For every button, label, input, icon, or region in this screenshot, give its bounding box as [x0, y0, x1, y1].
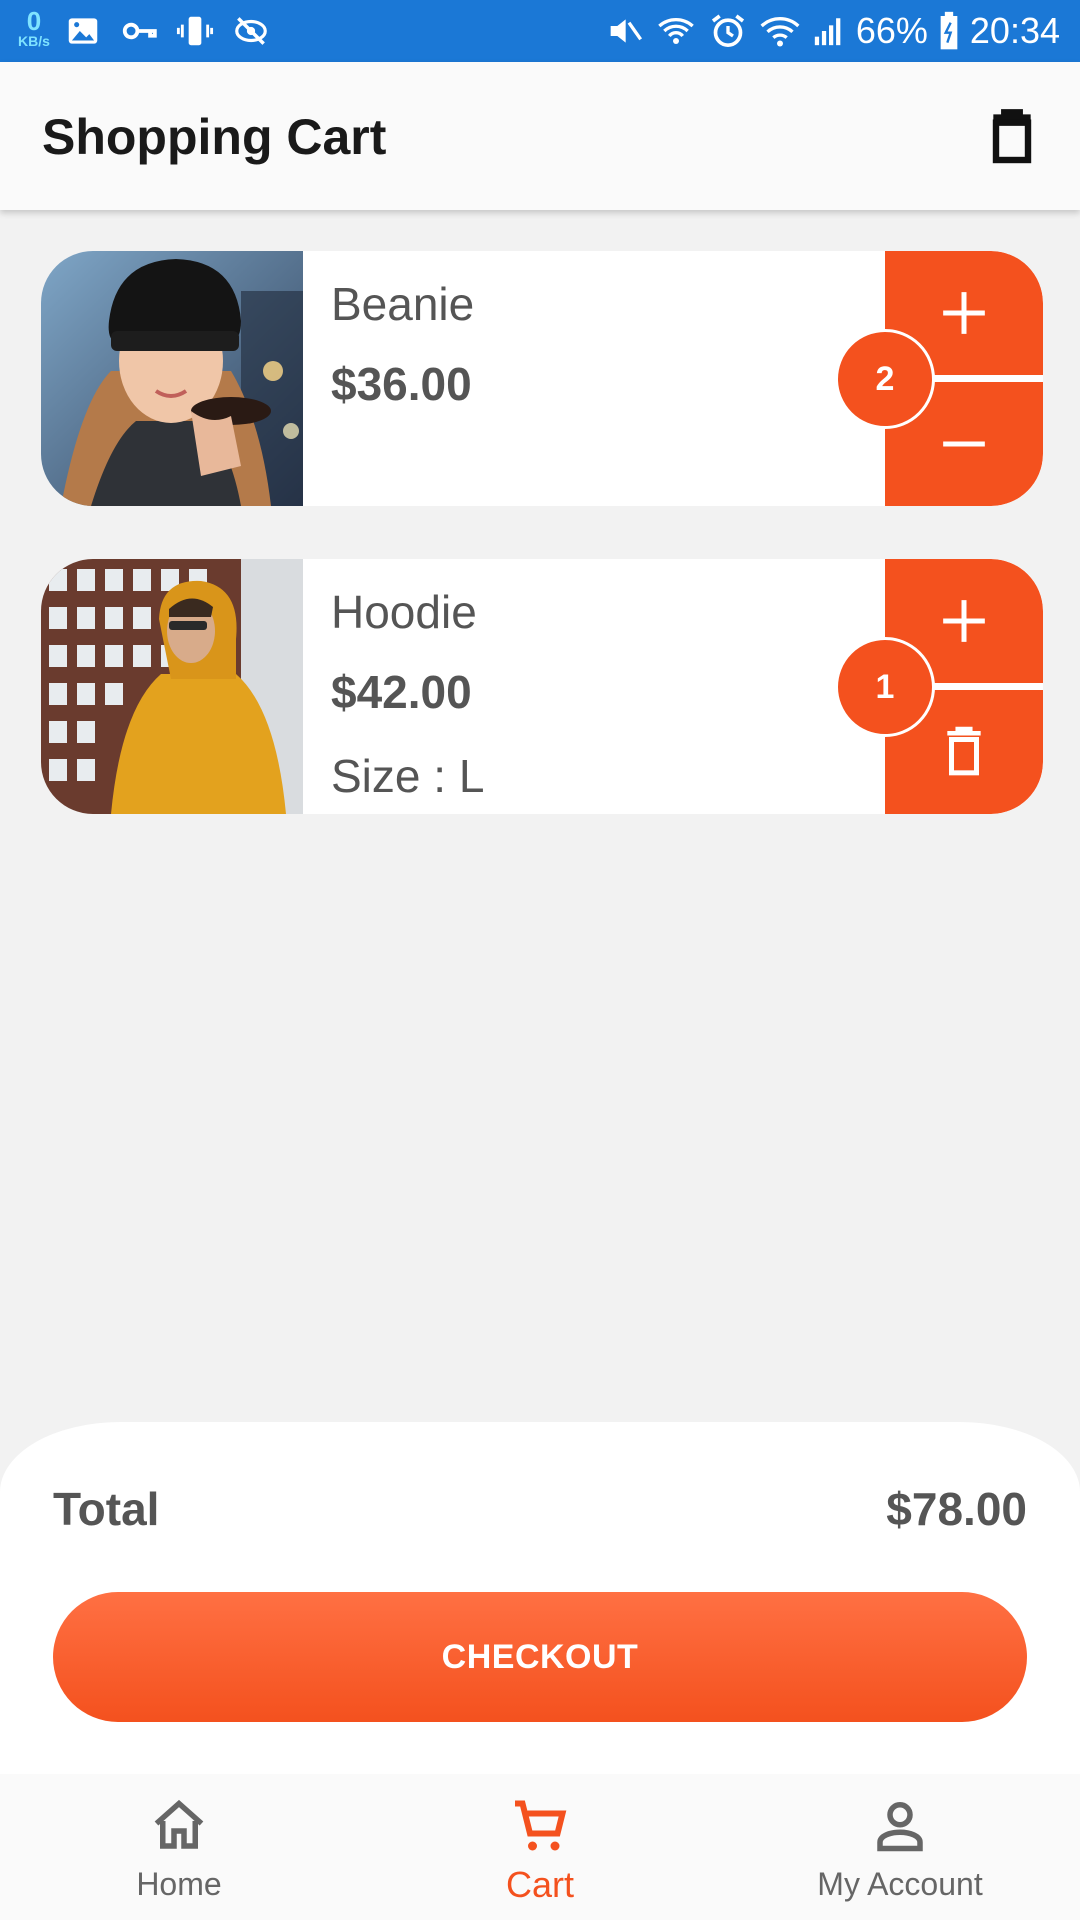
net-speed-value: 0: [26, 6, 42, 36]
nav-label-home: Home: [136, 1866, 222, 1902]
item-name: Beanie: [331, 278, 475, 330]
item-size: Size : L: [331, 750, 485, 802]
cart-item-hoodie[interactable]: Hoodie $42.00 Size : L 1: [41, 559, 1043, 814]
checkout-button[interactable]: CHECKOUT: [53, 1592, 1027, 1722]
alarm-icon: [711, 14, 744, 48]
nav-item-home[interactable]: Home: [79, 1774, 279, 1920]
woman-in-black-beanie-photo: [41, 251, 303, 506]
battery-icon: [940, 11, 958, 50]
plus-icon: [943, 292, 985, 334]
vpn-key-icon: [122, 22, 157, 40]
net-speed-unit: KB/s: [18, 33, 50, 49]
nav-item-cart[interactable]: Cart: [440, 1774, 640, 1920]
signal-icon: [814, 18, 841, 46]
nav-label-my-account: My Account: [817, 1866, 983, 1902]
trash-icon: [947, 726, 981, 776]
total-label: Total: [53, 1483, 160, 1535]
status-bar: 0 KB/s 66% 20:34: [0, 0, 1080, 62]
wifi-icon: [760, 17, 800, 47]
bottom-navigation: Home Cart My Account: [0, 1774, 1080, 1920]
page-title: Shopping Cart: [42, 109, 387, 165]
trash-icon[interactable]: [980, 104, 1044, 168]
wifi-call-icon: [658, 18, 694, 44]
clock: 20:34: [969, 10, 1060, 51]
eye-off-icon: [235, 17, 267, 45]
item-name: Hoodie: [331, 586, 477, 638]
nav-label-cart: Cart: [505, 1864, 574, 1905]
order-summary: Total $78.00 CHECKOUT: [0, 1422, 1080, 1774]
man-in-yellow-hoodie-photo: [41, 559, 303, 814]
total-value: $78.00: [886, 1483, 1027, 1535]
cart-item-beanie[interactable]: Beanie $36.00 2: [41, 251, 1043, 506]
battery-percent: 66%: [855, 10, 928, 51]
item-price: $42.00: [331, 666, 472, 718]
vibrate-icon: [176, 16, 214, 46]
cart-icon: [515, 1800, 567, 1851]
quantity-badge: 2: [835, 329, 935, 429]
app-bar: Shopping Cart: [0, 62, 1080, 210]
quantity-badge: 1: [835, 637, 935, 737]
home-icon: [154, 1799, 204, 1849]
nav-item-my-account[interactable]: My Account: [780, 1774, 1020, 1920]
plus-icon: [943, 600, 985, 642]
image-icon: [68, 18, 98, 44]
account-icon: [877, 1802, 923, 1852]
item-price: $36.00: [331, 358, 472, 410]
net-speed-indicator: 0 KB/s: [12, 8, 56, 48]
mute-icon: [610, 19, 642, 43]
minus-icon: [943, 441, 985, 447]
